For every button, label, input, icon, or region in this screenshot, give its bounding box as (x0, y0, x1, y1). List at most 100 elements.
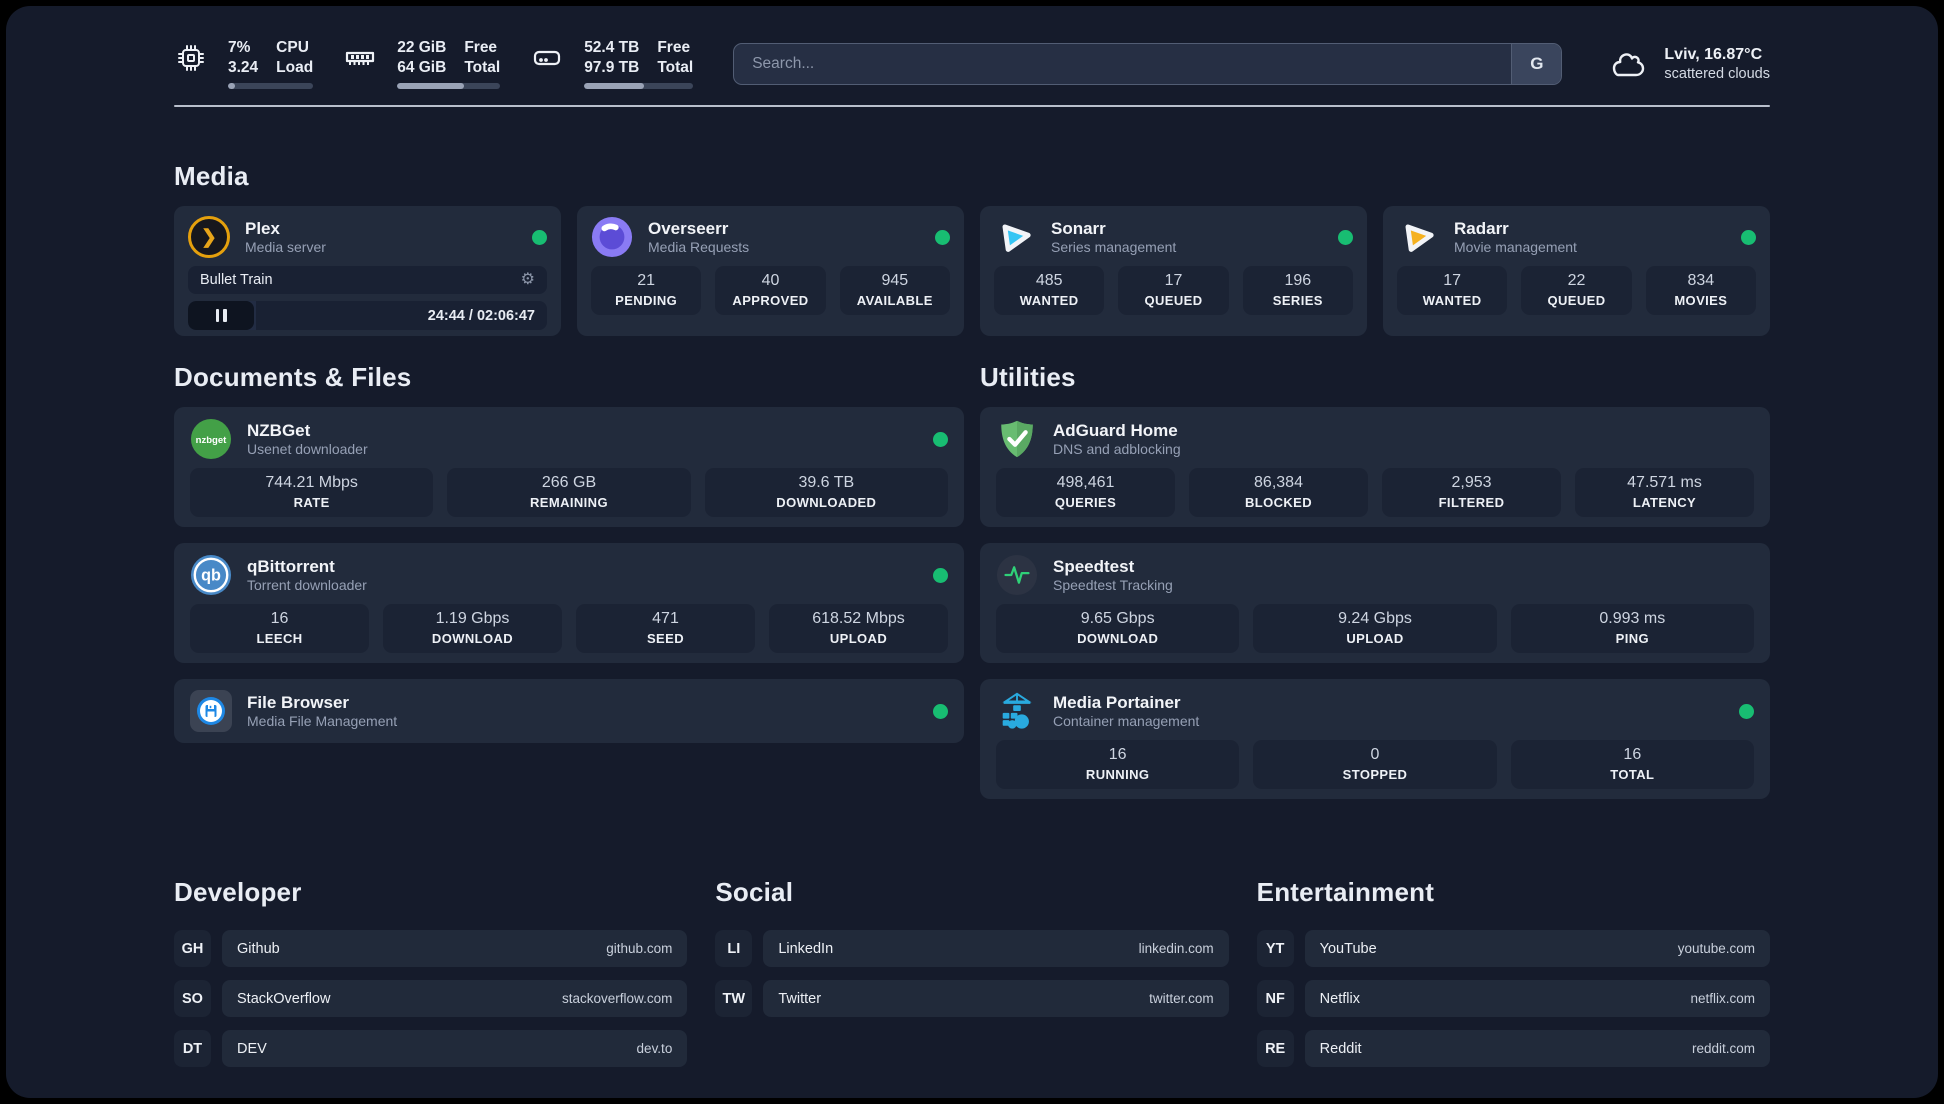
cpu-chip-icon (174, 41, 208, 75)
bookmark-url: dev.to (636, 1041, 673, 1057)
app-card-adguard: AdGuard Home DNS and adblocking 498,461 Q… (980, 407, 1770, 528)
adguard-icon (996, 418, 1038, 460)
qbittorrent-icon: qb (190, 554, 232, 596)
app-link-qbittorrent[interactable]: qb qBittorrent Torrent downloader (190, 554, 948, 596)
bookmark-abbr: RE (1256, 1030, 1294, 1068)
cpu-label: CPU (276, 39, 309, 56)
stat-tile: 40 APPROVED (715, 266, 826, 316)
bookmark-abbr: DT (174, 1030, 211, 1068)
app-subtitle: Speedtest Tracking (1053, 577, 1173, 594)
link-group-developer: Developer GH Github github.com SO StackOv… (174, 877, 688, 1080)
overseerr-icon (591, 216, 633, 258)
app-link-sonarr[interactable]: Sonarr Series management (994, 216, 1353, 258)
app-subtitle: Usenet downloader (247, 441, 368, 458)
stat-tile: 471 SEED (576, 604, 755, 654)
status-dot-online (933, 703, 948, 719)
section-title-entertainment: Entertainment (1256, 877, 1435, 908)
app-name: Speedtest (1053, 556, 1135, 576)
app-subtitle: Media Requests (648, 239, 750, 256)
stat-tile: 196 SERIES (1242, 266, 1353, 316)
stat-tiles: 9.65 Gbps DOWNLOAD 9.24 Gbps UPLOAD 0.993 … (996, 604, 1754, 654)
filebrowser-icon (190, 690, 232, 733)
bookmark-abbr: GH (174, 930, 211, 968)
search-engine-button[interactable]: G (1511, 43, 1562, 84)
stat-tile: 266 GB REMAINING (447, 468, 691, 518)
app-link-adguard[interactable]: AdGuard Home DNS and adblocking (996, 418, 1754, 460)
app-link-overseerr[interactable]: Overseerr Media Requests (591, 216, 950, 258)
app-link-plex[interactable]: ❯ Plex Media server (188, 216, 547, 259)
stat-tile: 0.993 ms PING (1510, 604, 1754, 654)
bookmark-url: youtube.com (1677, 941, 1755, 957)
section-title-documents: Documents & Files (174, 362, 412, 393)
app-subtitle: Media server (245, 239, 326, 256)
disk-free-label: Free (657, 39, 691, 56)
stat-tiles: 485 WANTED 17 QUEUED 196 SERIES (994, 266, 1353, 316)
bookmark-abbr: YT (1256, 930, 1294, 968)
bookmark-reddit[interactable]: RE Reddit reddit.com (1256, 1030, 1770, 1068)
section-title-media: Media (174, 161, 249, 192)
stat-tile: 945 AVAILABLE (839, 266, 950, 316)
bookmark-name: Github (237, 940, 280, 957)
app-link-portainer[interactable]: Media Portainer Container management (996, 690, 1754, 732)
app-link-radarr[interactable]: Radarr Movie management (1397, 216, 1756, 258)
stat-tiles: 17 WANTED 22 QUEUED 834 MOVIES (1397, 266, 1756, 316)
section-title-developer: Developer (174, 877, 302, 908)
bookmark-abbr: SO (174, 980, 211, 1018)
stat-tile: 16 LEECH (190, 604, 369, 654)
weather-widget[interactable]: Lviv, 16.87°C scattered clouds (1608, 46, 1770, 82)
bookmark-dev[interactable]: DT DEV dev.to (174, 1030, 688, 1068)
bookmark-url: linkedin.com (1138, 941, 1214, 957)
app-name: NZBGet (247, 420, 311, 440)
speedtest-icon (996, 554, 1038, 596)
search-bar: G (733, 42, 1563, 85)
app-name: Media Portainer (1053, 692, 1181, 712)
status-dot-online (1741, 229, 1756, 245)
playback-progress-bar: 24:44 / 02:06:47 (188, 301, 547, 331)
stat-tiles: 16 LEECH 1.19 Gbps DOWNLOAD 471 SEED 618.52… (190, 604, 948, 654)
now-playing-title: Bullet Train (200, 272, 273, 289)
stat-tile: 16 TOTAL (1510, 740, 1754, 790)
app-link-filebrowser[interactable]: File Browser Media File Management (190, 690, 948, 733)
app-subtitle: Torrent downloader (247, 577, 367, 594)
app-name: Sonarr (1051, 218, 1106, 238)
stat-tile: 22 QUEUED (1521, 266, 1632, 316)
stat-tile: 21 PENDING (591, 266, 702, 316)
stat-tile: 2,953 FILTERED (1382, 468, 1561, 518)
system-stats: 7% 3.24 CPU Load 22 GiB 64 GiB Free Total (174, 38, 694, 90)
bookmark-url: twitter.com (1149, 991, 1214, 1007)
memory-free-label: Free (464, 39, 498, 56)
stat-tile: 39.6 TB DOWNLOADED (704, 468, 948, 518)
stat-tile: 17 QUEUED (1118, 266, 1229, 316)
plex-icon: ❯ (188, 216, 230, 259)
playback-time: 24:44 / 02:06:47 (427, 307, 535, 324)
cloud-icon (1608, 47, 1650, 81)
stat-tile: 9.65 Gbps DOWNLOAD (996, 604, 1240, 654)
app-subtitle: DNS and adblocking (1053, 441, 1181, 458)
media-cards-row: ❯ Plex Media server Bullet Train ⚙ 24:44… (174, 206, 1770, 337)
bookmark-url: reddit.com (1691, 1041, 1755, 1057)
app-name: Radarr (1454, 218, 1509, 238)
app-link-nzbget[interactable]: nzbget NZBGet Usenet downloader (190, 418, 948, 460)
bookmark-stackoverflow[interactable]: SO StackOverflow stackoverflow.com (174, 980, 688, 1018)
status-dot-online (1338, 229, 1353, 245)
app-link-speedtest[interactable]: Speedtest Speedtest Tracking (996, 554, 1754, 596)
search-input[interactable] (734, 43, 1512, 84)
app-card-qbittorrent: qb qBittorrent Torrent downloader 16 LEEC… (174, 543, 964, 664)
bookmark-twitter[interactable]: TW Twitter twitter.com (715, 980, 1229, 1018)
bookmark-netflix[interactable]: NF Netflix netflix.com (1256, 980, 1770, 1018)
status-dot-online (933, 431, 948, 447)
radarr-icon (1397, 216, 1439, 258)
section-title-social: Social (715, 877, 794, 908)
app-card-nzbget: nzbget NZBGet Usenet downloader 744.21 M… (174, 407, 964, 528)
svg-text:nzbget: nzbget (196, 435, 228, 446)
pause-button[interactable] (188, 301, 254, 331)
bookmark-youtube[interactable]: YT YouTube youtube.com (1256, 930, 1770, 968)
stat-tile: 0 STOPPED (1253, 740, 1497, 790)
stat-tile: 485 WANTED (994, 266, 1105, 316)
settings-icon[interactable]: ⚙ (521, 272, 535, 288)
bookmark-linkedin[interactable]: LI LinkedIn linkedin.com (715, 930, 1229, 968)
dashboard-page: 7% 3.24 CPU Load 22 GiB 64 GiB Free Total (6, 6, 1938, 1098)
app-name: qBittorrent (247, 556, 335, 576)
bookmark-abbr: TW (715, 980, 753, 1018)
bookmark-github[interactable]: GH Github github.com (174, 930, 688, 968)
